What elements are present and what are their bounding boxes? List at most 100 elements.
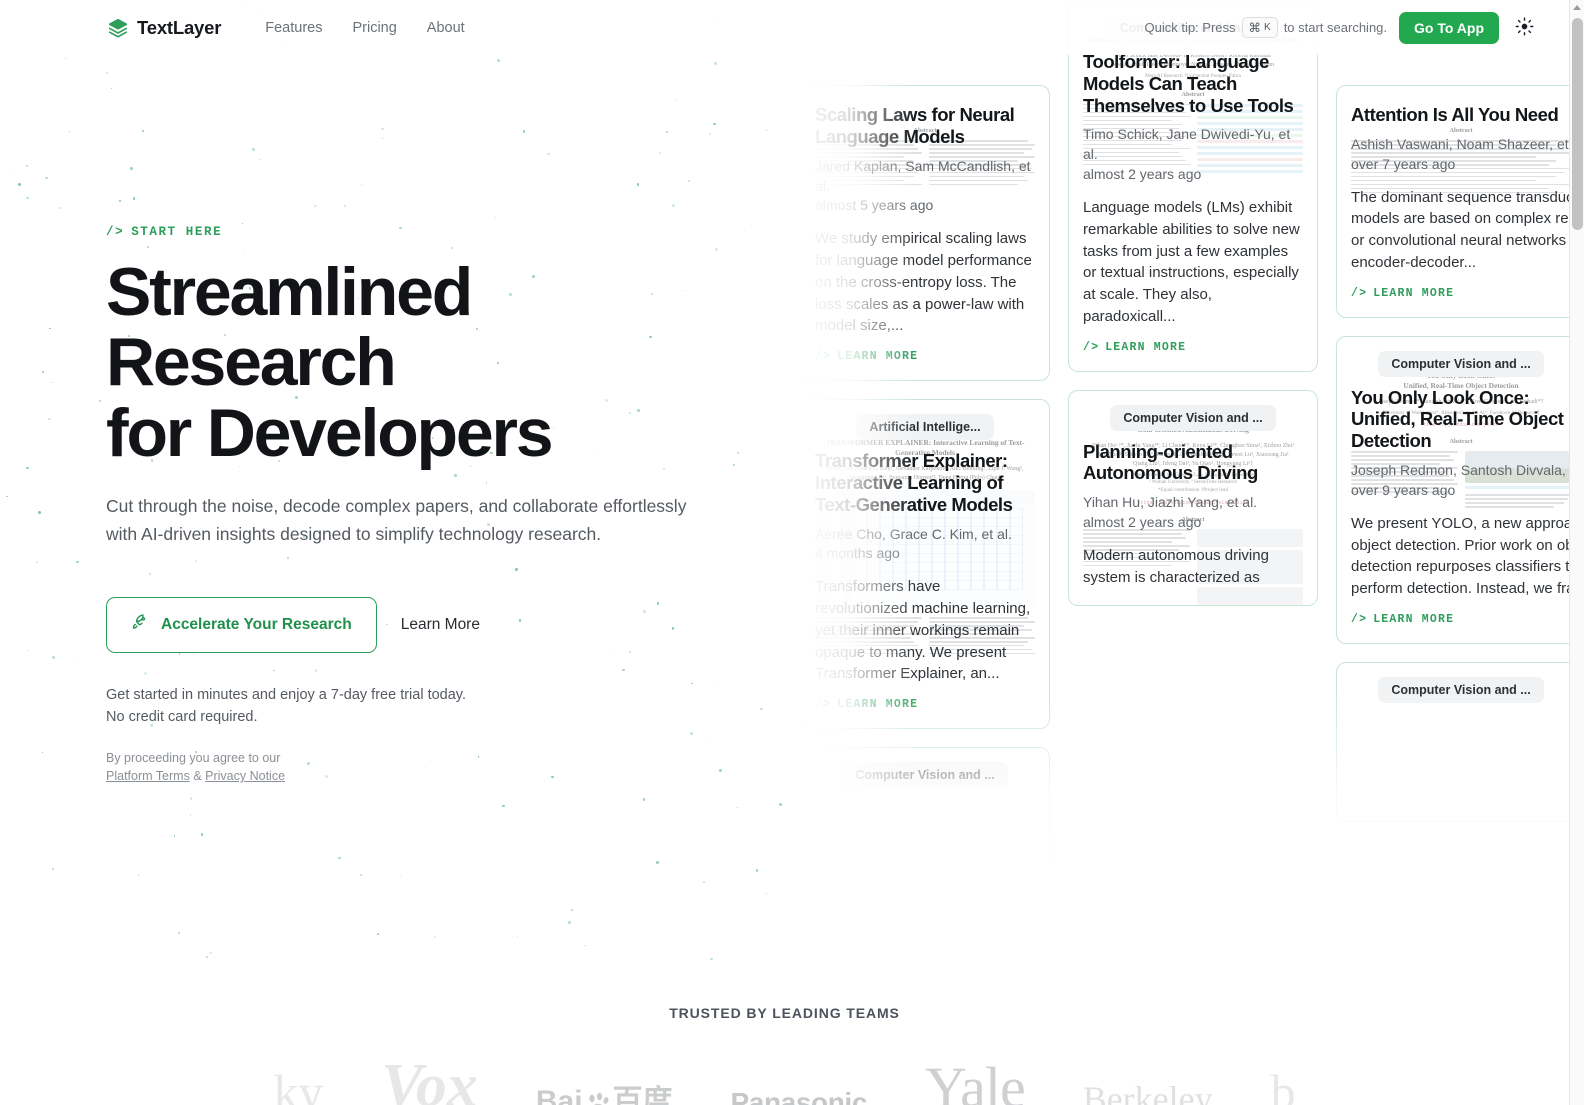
learn-more-link[interactable]: /> LEARN MORE bbox=[1351, 287, 1454, 300]
learn-more-link[interactable]: /> LEARN MORE bbox=[1351, 613, 1454, 626]
hero-eyebrow-label: START HERE bbox=[131, 225, 223, 239]
paper-card[interactable]: TRANSFORMER EXPLAINER: Interactive Learn… bbox=[800, 399, 1050, 730]
logo-baidu-cn: 百度 bbox=[612, 1085, 673, 1105]
card-column-2: Toolformer: Language Models Can Teach Th… bbox=[1068, 0, 1318, 907]
logo-edge-left: ky bbox=[273, 1064, 324, 1105]
card-column-3: Abstract Attention Is All You Need Ashis… bbox=[1336, 85, 1584, 907]
brand-name: TextLayer bbox=[137, 16, 222, 38]
paper-date: over 9 years ago bbox=[1351, 481, 1456, 498]
category-badge-wrap: Computer Vision and ... bbox=[1351, 676, 1571, 709]
theme-toggle-button[interactable] bbox=[1511, 15, 1537, 41]
paper-title: You Only Look Once: Unified, Real-Time O… bbox=[1351, 386, 1564, 452]
command-key-icon: ⌘ bbox=[1248, 21, 1262, 35]
logo-panasonic: Panasonic bbox=[730, 1087, 868, 1105]
privacy-notice-link[interactable]: Privacy Notice bbox=[205, 769, 285, 783]
hero-cta-row: Accelerate Your Research Learn More bbox=[106, 596, 706, 653]
code-slash-icon: /> bbox=[815, 350, 832, 364]
paper-title: Scaling Laws for Neural Language Models bbox=[815, 104, 1015, 147]
brand-logo[interactable]: TextLayer bbox=[108, 17, 221, 39]
hero-subheading: Cut through the noise, decode complex pa… bbox=[106, 496, 687, 545]
paper-title: Planning-oriented Autonomous Driving bbox=[1083, 440, 1258, 484]
paper-authors: Jared Kaplan, Sam McCandlish, et al. bbox=[815, 157, 1031, 194]
learn-more-link[interactable]: /> LEARN MORE bbox=[815, 350, 918, 363]
paper-authors: Aeree Cho, Grace C. Kim, et al. bbox=[815, 525, 1012, 542]
paper-date: over 7 years ago bbox=[1351, 155, 1456, 172]
category-badge: Computer Vision and ... bbox=[1378, 350, 1544, 377]
code-slash-icon: /> bbox=[106, 225, 125, 239]
paper-card-content: Planning-oriented Autonomous Driving Yih… bbox=[1083, 441, 1303, 589]
accelerate-research-label: Accelerate Your Research bbox=[161, 615, 352, 633]
paper-abstract: We study empirical scaling laws for lang… bbox=[815, 230, 1032, 335]
headline-line-1: Streamlined bbox=[106, 254, 473, 330]
paper-authors: Joseph Redmon, Santosh Divvala, et al. bbox=[1351, 462, 1584, 479]
page-scrollbar[interactable] bbox=[1569, 0, 1584, 1105]
paper-date: almost 2 years ago bbox=[1083, 514, 1202, 531]
learn-more-link[interactable]: /> LEARN MORE bbox=[1083, 341, 1186, 354]
paper-abstract: Language models (LMs) exhibit remarkable… bbox=[1083, 199, 1300, 325]
code-slash-icon: /> bbox=[1351, 612, 1368, 626]
paper-title: Attention Is All You Need bbox=[1351, 104, 1559, 125]
paper-card-grid: Abstract Scaling Laws for Neural Languag… bbox=[795, 0, 1584, 920]
headline-line-3: for Developers bbox=[106, 394, 554, 471]
legal-prefix: By proceeding you agree to our bbox=[106, 751, 281, 766]
hero-eyebrow: /> START HERE bbox=[106, 225, 706, 239]
logo-yale: Yale bbox=[925, 1055, 1026, 1105]
keyboard-shortcut-badge: ⌘ K bbox=[1241, 17, 1278, 38]
nav-link-features[interactable]: Features bbox=[265, 20, 322, 36]
learn-more-label: LEARN MORE bbox=[1373, 612, 1455, 626]
scrollbar-thumb[interactable] bbox=[1572, 18, 1583, 230]
nav-links: Features Pricing About bbox=[265, 20, 464, 36]
search-hint-prefix: Quick tip: Press bbox=[1144, 20, 1236, 35]
paper-card[interactable]: Abstract Attention Is All You Need Ashis… bbox=[1336, 85, 1584, 318]
paper-card[interactable]: Abstract Scaling Laws for Neural Languag… bbox=[800, 85, 1050, 382]
search-hint: Quick tip: Press ⌘ K to start searching. bbox=[1144, 17, 1387, 38]
learn-more-label: LEARN MORE bbox=[1105, 340, 1187, 354]
paper-card[interactable]: Computer Vision and ... bbox=[1336, 661, 1584, 822]
trial-line-2: No credit card required. bbox=[106, 708, 258, 725]
legal-amp: & bbox=[193, 769, 202, 784]
learn-more-label: LEARN MORE bbox=[1373, 286, 1455, 300]
paper-card[interactable]: You Only Look Once: Unified, Real-Time O… bbox=[1336, 335, 1584, 644]
learn-more-label: LEARN MORE bbox=[837, 698, 919, 712]
paper-date: almost 5 years ago bbox=[815, 197, 934, 214]
category-badge-wrap: Computer Vision and ... bbox=[815, 762, 1035, 794]
paper-card[interactable]: Goal-oriented Autonomous Driving Yihan H… bbox=[1068, 389, 1318, 606]
scroll-up-arrow-icon[interactable] bbox=[1573, 5, 1581, 10]
trusted-by-title: TRUSTED BY LEADING TEAMS bbox=[669, 1005, 900, 1021]
paper-title: Toolformer: Language Models Can Teach Th… bbox=[1083, 51, 1294, 116]
paper-abstract: Modern autonomous driving system is char… bbox=[1083, 547, 1269, 586]
trial-line-1: Get started in minutes and enjoy a 7-day… bbox=[106, 686, 467, 703]
learn-more-link[interactable]: /> LEARN MORE bbox=[815, 698, 918, 711]
go-to-app-button[interactable]: Go To App bbox=[1399, 11, 1499, 44]
nav-link-about[interactable]: About bbox=[427, 20, 465, 36]
paper-card[interactable]: Computer Vision and ... bbox=[800, 747, 1050, 908]
category-badge: Computer Vision and ... bbox=[1110, 404, 1276, 431]
category-badge-wrap: Computer Vision and ... bbox=[1083, 404, 1303, 437]
learn-more-label: LEARN MORE bbox=[837, 350, 919, 364]
logo-edge-right: b bbox=[1270, 1064, 1296, 1105]
paper-abstract: The dominant sequence transduction model… bbox=[1351, 188, 1584, 271]
logo-baidu: Bai 百度 bbox=[536, 1087, 673, 1105]
top-navigation: TextLayer Features Pricing About Quick t… bbox=[0, 0, 1569, 55]
code-slash-icon: /> bbox=[815, 698, 832, 712]
learn-more-button[interactable]: Learn More bbox=[395, 606, 486, 644]
code-slash-icon: /> bbox=[1351, 286, 1368, 300]
category-badge: Artificial Intellige... bbox=[856, 414, 994, 441]
paper-card[interactable]: Toolformer: Language Models Can Teach Th… bbox=[1068, 0, 1318, 372]
accelerate-research-button[interactable]: Accelerate Your Research bbox=[106, 596, 377, 653]
platform-terms-link[interactable]: Platform Terms bbox=[106, 769, 190, 783]
paper-card-content: You Only Look Once: Unified, Real-Time O… bbox=[1351, 386, 1584, 627]
nav-link-pricing[interactable]: Pricing bbox=[352, 20, 396, 36]
paw-icon bbox=[585, 1091, 611, 1105]
rocket-icon bbox=[131, 613, 150, 637]
category-badge-wrap: Computer Vision and ... bbox=[1351, 350, 1571, 383]
paper-date: almost 2 years ago bbox=[1083, 166, 1202, 183]
paper-card-content: Attention Is All You Need Ashish Vaswani… bbox=[1351, 104, 1584, 301]
layers-icon bbox=[108, 18, 128, 38]
k-key-label: K bbox=[1264, 22, 1271, 33]
paper-abstract: Transformers have revolutionized machine… bbox=[815, 578, 1031, 683]
category-badge: Computer Vision and ... bbox=[1378, 676, 1544, 703]
logo-vox: Vox bbox=[381, 1052, 478, 1105]
logo-berkeley: Berkeley bbox=[1082, 1079, 1213, 1105]
headline-line-2: Research bbox=[106, 324, 397, 401]
